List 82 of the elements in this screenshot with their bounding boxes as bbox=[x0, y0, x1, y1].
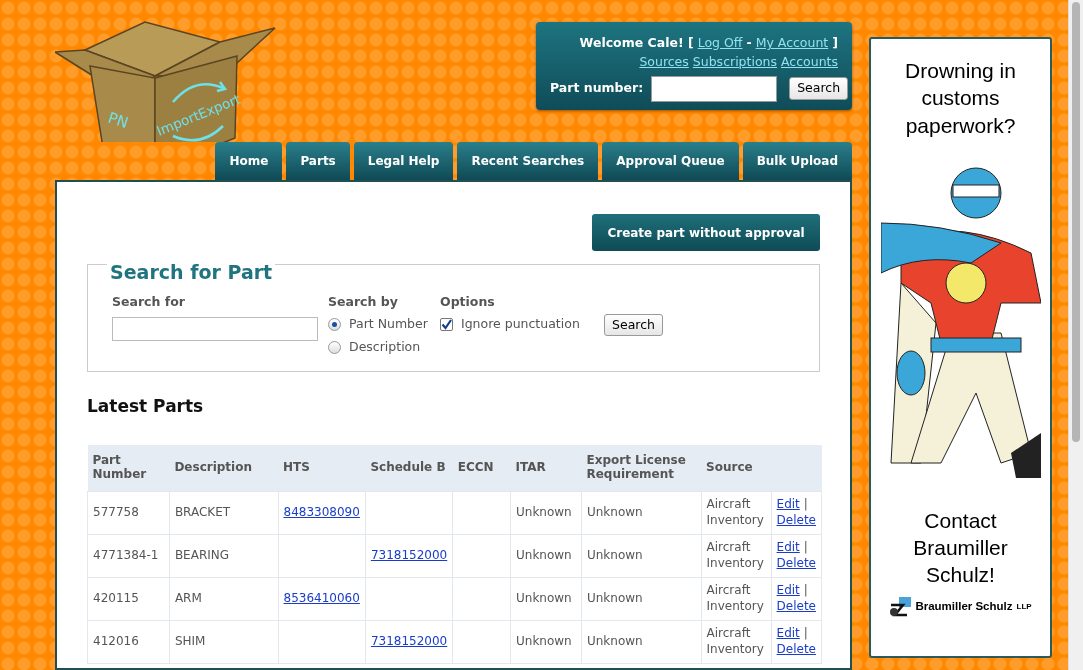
radio-label[interactable]: Description bbox=[349, 338, 421, 357]
code-link[interactable]: 8483308090 bbox=[283, 504, 360, 519]
field-label: Search by bbox=[328, 292, 399, 311]
edit-link[interactable]: Edit bbox=[776, 540, 800, 555]
table-cell: Aircraft Inventory bbox=[701, 491, 772, 535]
column-header: Part Number bbox=[87, 445, 170, 492]
table-cell: ARM bbox=[169, 577, 278, 621]
brand-logo-icon bbox=[889, 596, 912, 617]
table-cell: Aircraft Inventory bbox=[701, 577, 772, 621]
part-number-field[interactable] bbox=[651, 75, 778, 102]
table-cell: Unknown bbox=[510, 577, 582, 621]
table-cell: Unknown bbox=[581, 534, 702, 578]
ad-contact: Contact Braumiller Schulz! bbox=[912, 507, 1009, 589]
table-cell: 4771384-1 bbox=[87, 534, 170, 578]
table-cell: Aircraft Inventory bbox=[701, 620, 772, 664]
column-header: Schedule B bbox=[365, 445, 453, 492]
welcome-text: - bbox=[746, 34, 752, 52]
account-link[interactable]: Subscriptions bbox=[692, 52, 777, 72]
field-label: Options bbox=[440, 292, 496, 311]
checkbox[interactable] bbox=[440, 318, 453, 332]
table-cell: 420115 bbox=[87, 577, 170, 621]
field-label: Search for bbox=[112, 292, 186, 311]
separator-text: | bbox=[803, 497, 808, 512]
section-heading: Latest Parts bbox=[87, 394, 205, 418]
table-cell: Unknown bbox=[581, 491, 702, 535]
radio-label[interactable]: Part Number bbox=[349, 315, 428, 334]
separator-text: | bbox=[803, 583, 808, 598]
separator-text: | bbox=[803, 626, 808, 641]
ad-headline: Drowning in customs paperwork? bbox=[904, 58, 1017, 139]
column-header: ITAR bbox=[510, 445, 582, 492]
nav-tab[interactable]: Home bbox=[215, 142, 283, 180]
column-header: HTS bbox=[278, 445, 366, 492]
table-cell: BEARING bbox=[169, 534, 278, 578]
checkbox-label[interactable]: Ignore punctuation bbox=[461, 315, 580, 334]
brand-name: Braumiller Schulz bbox=[915, 599, 1013, 615]
account-link[interactable]: Sources bbox=[639, 52, 689, 72]
logo-letters: PN bbox=[105, 108, 131, 133]
account-link[interactable]: Log Off bbox=[697, 34, 743, 53]
table-cell: Aircraft Inventory bbox=[701, 534, 772, 578]
brand-suffix: LLP bbox=[1016, 600, 1032, 613]
edit-link[interactable]: Edit bbox=[776, 497, 800, 512]
nav-tab[interactable]: Recent Searches bbox=[457, 142, 599, 180]
table-cell: 412016 bbox=[87, 620, 170, 664]
edit-link[interactable]: Edit bbox=[776, 626, 800, 641]
delete-link[interactable]: Delete bbox=[776, 598, 816, 613]
welcome-text: Welcome Cale! [ bbox=[579, 34, 694, 52]
nav-tab[interactable]: Bulk Upload bbox=[742, 142, 852, 180]
delete-link[interactable]: Delete bbox=[776, 512, 816, 527]
column-header: Export License Requirement bbox=[581, 445, 702, 492]
create-part-button[interactable]: Create part without approval bbox=[592, 214, 820, 251]
table-cell: Unknown bbox=[510, 620, 582, 664]
radio-button[interactable] bbox=[328, 340, 341, 354]
code-link[interactable]: 7318152000 bbox=[370, 633, 448, 648]
nav-tab[interactable]: Approval Queue bbox=[602, 142, 739, 180]
table-cell: SHIM bbox=[169, 620, 278, 664]
scrollbar-thumb[interactable] bbox=[1072, 2, 1080, 442]
account-link[interactable]: My Account bbox=[755, 34, 829, 53]
table-cell: Unknown bbox=[510, 534, 582, 578]
table-cell: 577758 bbox=[87, 491, 170, 535]
table-cell: Unknown bbox=[581, 620, 702, 664]
nav-tab[interactable]: Legal Help bbox=[353, 142, 454, 180]
column-header: Description bbox=[169, 445, 278, 492]
account-link[interactable]: Accounts bbox=[781, 52, 838, 72]
radio-button[interactable] bbox=[328, 318, 341, 332]
part-number-label: Part number: bbox=[550, 79, 644, 98]
code-link[interactable]: 7318152000 bbox=[370, 547, 448, 562]
table-cell: BRACKET bbox=[169, 491, 278, 535]
column-header: ECCN bbox=[452, 445, 511, 492]
scrollbar[interactable] bbox=[1068, 0, 1083, 670]
code-link[interactable]: 8536410060 bbox=[283, 590, 360, 605]
nav-tab[interactable]: Parts bbox=[286, 142, 350, 180]
column-header: Source bbox=[701, 445, 772, 492]
table-cell: Unknown bbox=[581, 577, 702, 621]
delete-link[interactable]: Delete bbox=[776, 641, 816, 656]
table-cell: Unknown bbox=[510, 491, 582, 535]
search-button[interactable]: Search bbox=[604, 313, 663, 337]
edit-link[interactable]: Edit bbox=[776, 583, 800, 598]
separator-text: | bbox=[803, 540, 808, 555]
delete-link[interactable]: Delete bbox=[776, 555, 816, 570]
welcome-text: ] bbox=[832, 34, 838, 52]
search-field[interactable] bbox=[112, 317, 318, 342]
search-button[interactable]: Search bbox=[789, 77, 849, 100]
